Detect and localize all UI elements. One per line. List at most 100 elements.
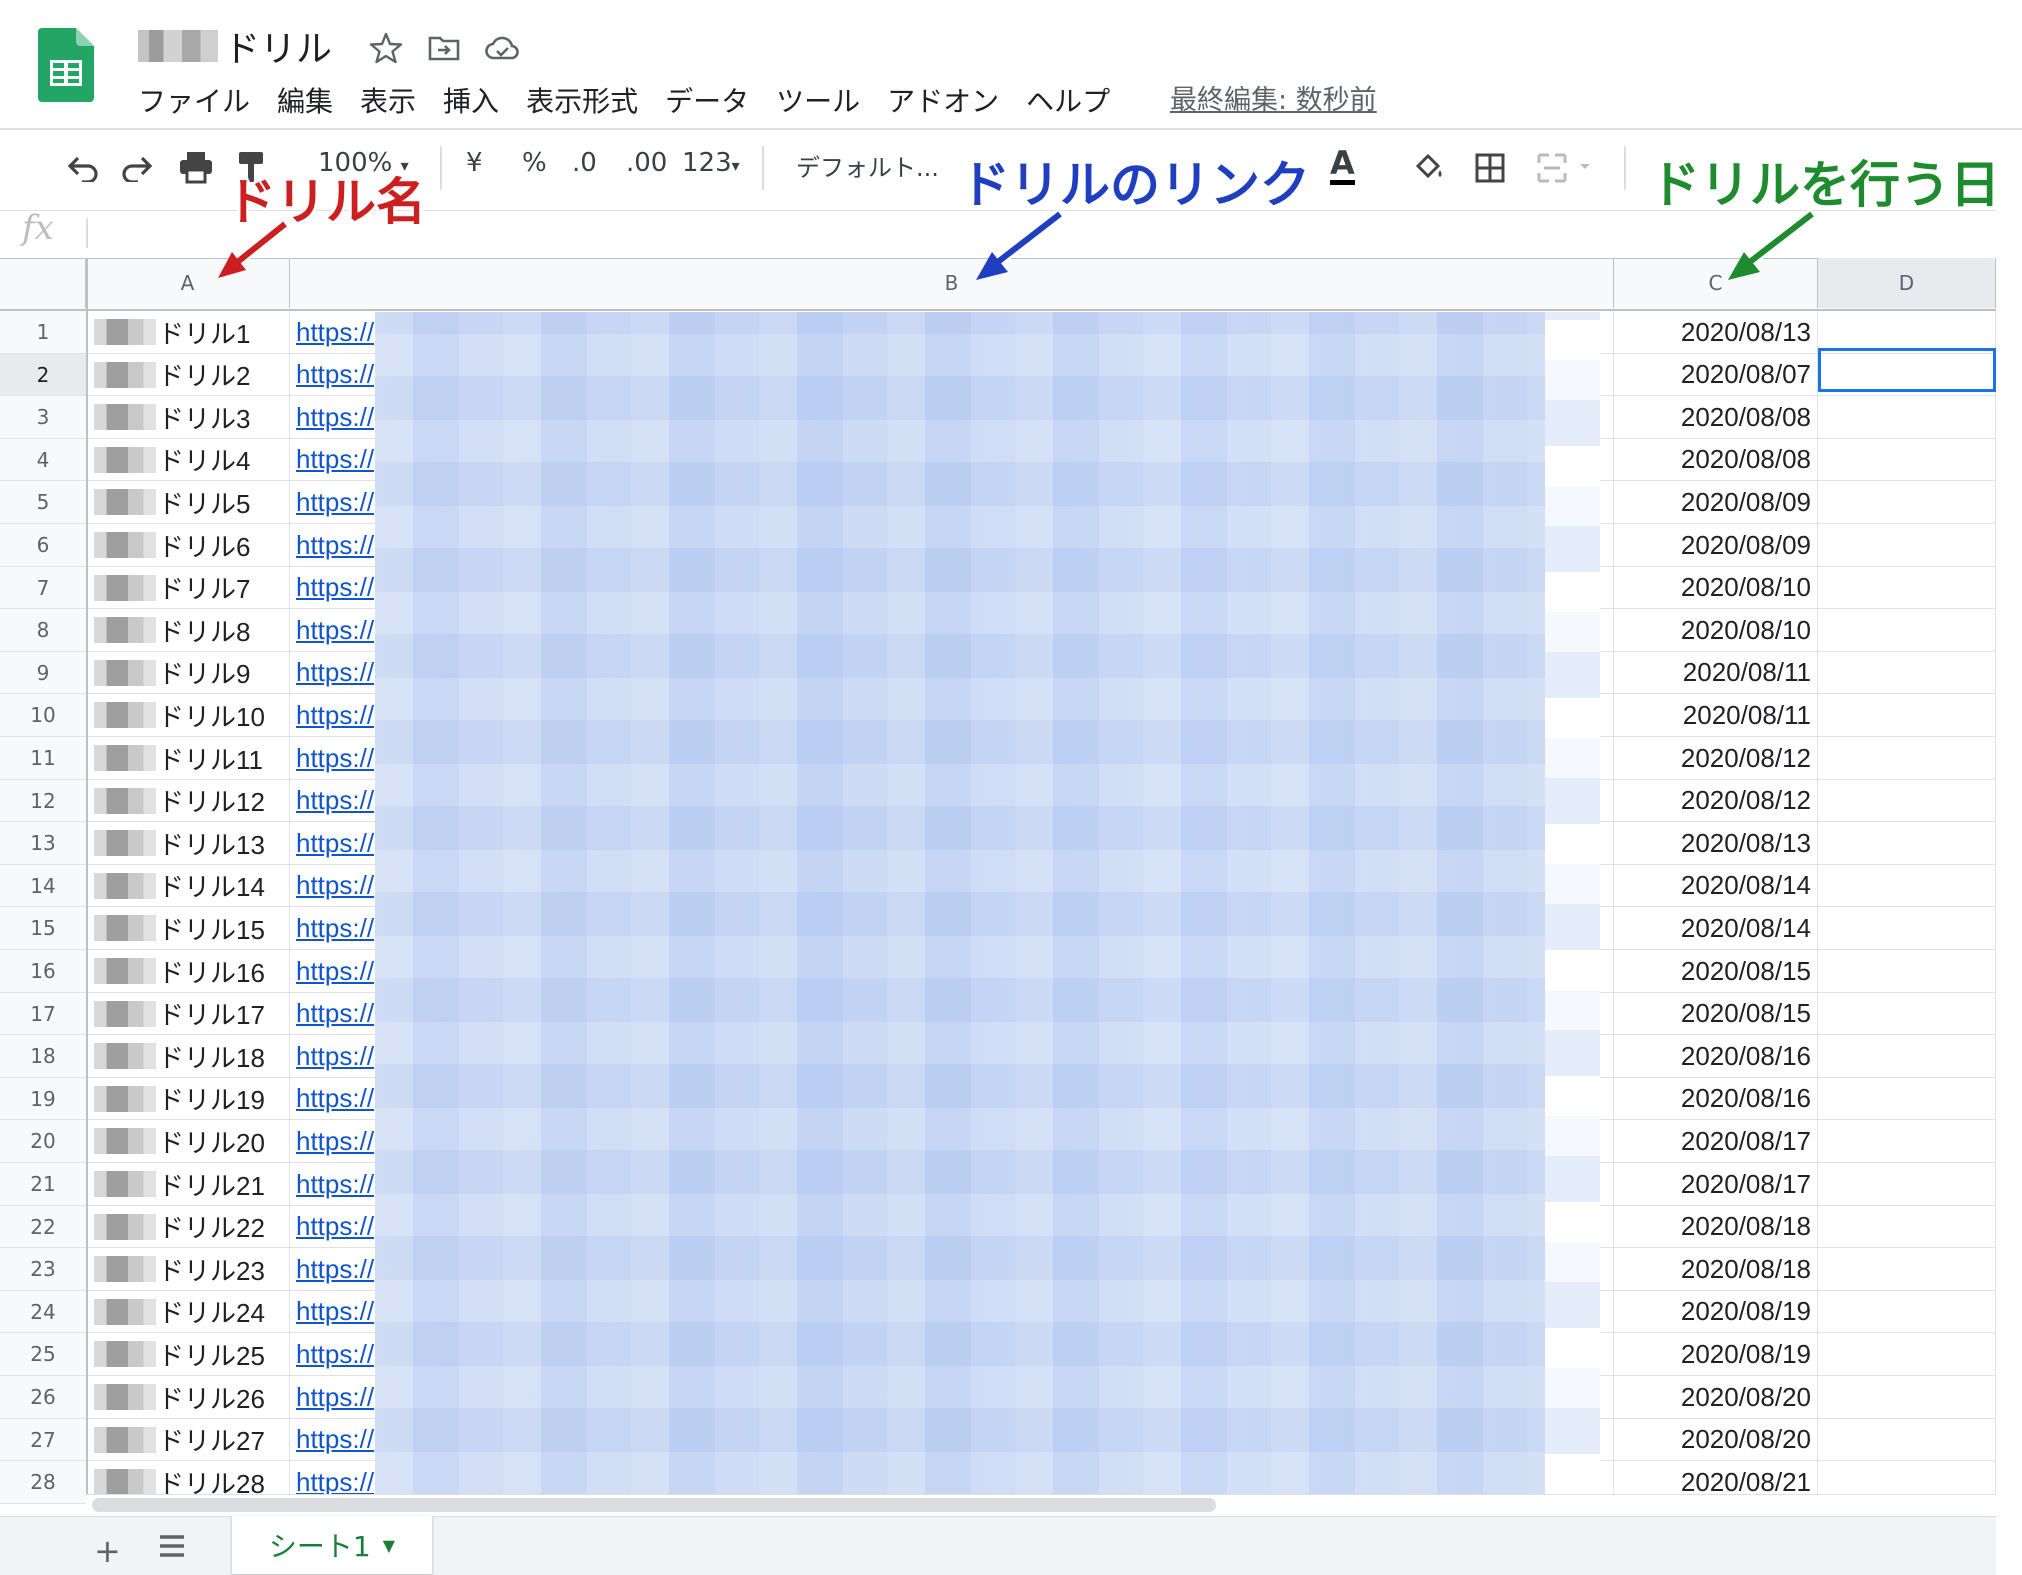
cell-drill-date[interactable]: 2020/08/08 bbox=[1614, 396, 1818, 439]
drill-link[interactable]: https:// bbox=[296, 913, 374, 944]
drill-link[interactable]: https:// bbox=[296, 572, 374, 603]
cell-empty[interactable] bbox=[1818, 780, 1996, 822]
cell-drill-date[interactable]: 2020/08/17 bbox=[1614, 1163, 1818, 1206]
cell-empty[interactable] bbox=[1818, 524, 1996, 567]
drill-link[interactable]: https:// bbox=[296, 870, 374, 901]
row-header[interactable]: 9 bbox=[0, 652, 86, 694]
cell-drill-name[interactable]: ドリル17 bbox=[86, 993, 290, 1035]
cell-empty[interactable] bbox=[1818, 822, 1996, 865]
cell-drill-name[interactable]: ドリル6 bbox=[86, 524, 290, 567]
cell-drill-name[interactable]: ドリル11 bbox=[86, 737, 290, 780]
cell-drill-name[interactable]: ドリル7 bbox=[86, 567, 290, 609]
drill-link[interactable]: https:// bbox=[296, 828, 374, 859]
drill-link[interactable]: https:// bbox=[296, 359, 374, 390]
row-header[interactable]: 21 bbox=[0, 1163, 86, 1206]
drill-link[interactable]: https:// bbox=[296, 487, 374, 518]
cell-drill-name[interactable]: ドリル10 bbox=[86, 694, 290, 737]
row-header[interactable]: 14 bbox=[0, 865, 86, 907]
cell-drill-name[interactable]: ドリル18 bbox=[86, 1035, 290, 1078]
drill-link[interactable]: https:// bbox=[296, 998, 374, 1029]
row-header[interactable]: 19 bbox=[0, 1078, 86, 1120]
drill-link[interactable]: https:// bbox=[296, 956, 374, 987]
cell-drill-date[interactable]: 2020/08/08 bbox=[1614, 439, 1818, 481]
add-sheet-button[interactable]: + bbox=[94, 1532, 121, 1570]
row-header[interactable]: 18 bbox=[0, 1035, 86, 1078]
cell-drill-date[interactable]: 2020/08/20 bbox=[1614, 1419, 1818, 1461]
drill-link[interactable]: https:// bbox=[296, 1424, 374, 1455]
row-header[interactable]: 22 bbox=[0, 1206, 86, 1248]
cell-empty[interactable] bbox=[1818, 1333, 1996, 1376]
cell-drill-date[interactable]: 2020/08/14 bbox=[1614, 907, 1818, 950]
cell-empty[interactable] bbox=[1818, 993, 1996, 1035]
cell-drill-date[interactable]: 2020/08/09 bbox=[1614, 524, 1818, 567]
cell-empty[interactable] bbox=[1818, 652, 1996, 694]
cell-drill-name[interactable]: ドリル21 bbox=[86, 1163, 290, 1206]
drill-link[interactable]: https:// bbox=[296, 317, 374, 348]
cell-drill-name[interactable]: ドリル2 bbox=[86, 354, 290, 396]
row-header[interactable]: 8 bbox=[0, 609, 86, 652]
drill-link[interactable]: https:// bbox=[296, 1211, 374, 1242]
cell-drill-date[interactable]: 2020/08/07 bbox=[1614, 354, 1818, 396]
cell-drill-name[interactable]: ドリル9 bbox=[86, 652, 290, 694]
cell-drill-date[interactable]: 2020/08/18 bbox=[1614, 1248, 1818, 1291]
cell-drill-date[interactable]: 2020/08/17 bbox=[1614, 1120, 1818, 1163]
cell-drill-name[interactable]: ドリル5 bbox=[86, 481, 290, 524]
cell-drill-date[interactable]: 2020/08/15 bbox=[1614, 950, 1818, 993]
cell-empty[interactable] bbox=[1818, 1035, 1996, 1078]
row-header[interactable]: 13 bbox=[0, 822, 86, 865]
cell-empty[interactable] bbox=[1818, 737, 1996, 780]
row-header[interactable]: 11 bbox=[0, 737, 86, 780]
drill-link[interactable]: https:// bbox=[296, 743, 374, 774]
drill-link[interactable]: https:// bbox=[296, 1382, 374, 1413]
row-header[interactable]: 26 bbox=[0, 1376, 86, 1419]
cell-drill-date[interactable]: 2020/08/18 bbox=[1614, 1206, 1818, 1248]
row-header[interactable]: 17 bbox=[0, 993, 86, 1035]
row-header[interactable]: 7 bbox=[0, 567, 86, 609]
cell-empty[interactable] bbox=[1818, 950, 1996, 993]
cell-drill-date[interactable]: 2020/08/19 bbox=[1614, 1333, 1818, 1376]
cell-empty[interactable] bbox=[1818, 396, 1996, 439]
cell-empty[interactable] bbox=[1818, 1419, 1996, 1461]
row-header[interactable]: 28 bbox=[0, 1461, 86, 1504]
drill-link[interactable]: https:// bbox=[296, 615, 374, 646]
drill-link[interactable]: https:// bbox=[296, 1126, 374, 1157]
cell-empty[interactable] bbox=[1818, 1376, 1996, 1419]
drill-link[interactable]: https:// bbox=[296, 1041, 374, 1072]
cell-empty[interactable] bbox=[1818, 567, 1996, 609]
cell-empty[interactable] bbox=[1818, 439, 1996, 481]
cell-drill-name[interactable]: ドリル27 bbox=[86, 1419, 290, 1461]
row-header[interactable]: 3 bbox=[0, 396, 86, 439]
cell-drill-name[interactable]: ドリル16 bbox=[86, 950, 290, 993]
drill-link[interactable]: https:// bbox=[296, 700, 374, 731]
cell-drill-date[interactable]: 2020/08/13 bbox=[1614, 822, 1818, 865]
row-header[interactable]: 23 bbox=[0, 1248, 86, 1291]
cell-drill-name[interactable]: ドリル19 bbox=[86, 1078, 290, 1120]
row-header[interactable]: 10 bbox=[0, 694, 86, 737]
drill-link[interactable]: https:// bbox=[296, 1254, 374, 1285]
active-cell-d2[interactable] bbox=[1818, 348, 1996, 392]
cell-drill-name[interactable]: ドリル14 bbox=[86, 865, 290, 907]
row-header[interactable]: 4 bbox=[0, 439, 86, 481]
caret-down-icon[interactable]: ▼ bbox=[383, 1536, 395, 1555]
row-header[interactable]: 24 bbox=[0, 1291, 86, 1333]
cell-drill-date[interactable]: 2020/08/16 bbox=[1614, 1035, 1818, 1078]
row-header[interactable]: 2 bbox=[0, 354, 86, 396]
drill-link[interactable]: https:// bbox=[296, 1169, 374, 1200]
cell-drill-date[interactable]: 2020/08/16 bbox=[1614, 1078, 1818, 1120]
row-header[interactable]: 25 bbox=[0, 1333, 86, 1376]
cell-drill-name[interactable]: ドリル24 bbox=[86, 1291, 290, 1333]
cell-drill-date[interactable]: 2020/08/11 bbox=[1614, 652, 1818, 694]
drill-link[interactable]: https:// bbox=[296, 1296, 374, 1327]
cell-drill-name[interactable]: ドリル8 bbox=[86, 609, 290, 652]
drill-link[interactable]: https:// bbox=[296, 785, 374, 816]
cell-empty[interactable] bbox=[1818, 1163, 1996, 1206]
drill-link[interactable]: https:// bbox=[296, 444, 374, 475]
cell-drill-date[interactable]: 2020/08/19 bbox=[1614, 1291, 1818, 1333]
cell-drill-name[interactable]: ドリル26 bbox=[86, 1376, 290, 1419]
cell-drill-name[interactable]: ドリル12 bbox=[86, 780, 290, 822]
sheet-tab-1[interactable]: シート1 ▼ bbox=[232, 1516, 432, 1574]
cell-empty[interactable] bbox=[1818, 1291, 1996, 1333]
cell-drill-name[interactable]: ドリル15 bbox=[86, 907, 290, 950]
cell-drill-name[interactable]: ドリル3 bbox=[86, 396, 290, 439]
cell-drill-name[interactable]: ドリル22 bbox=[86, 1206, 290, 1248]
